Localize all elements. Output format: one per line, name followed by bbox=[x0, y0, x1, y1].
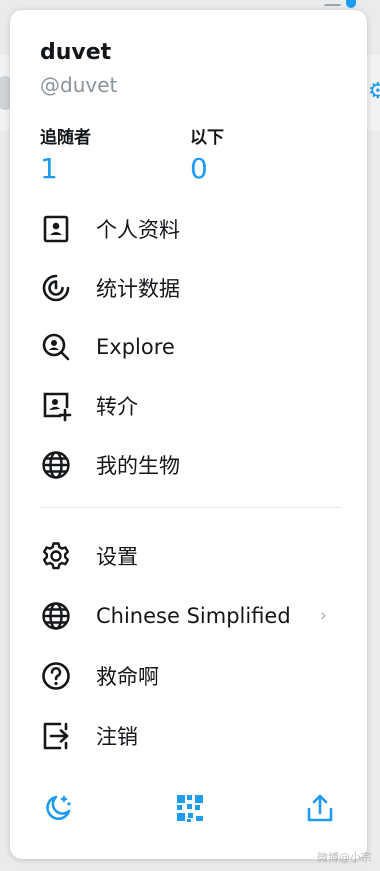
top-indicator-line bbox=[323, 0, 345, 6]
following-count: 0 bbox=[190, 152, 208, 185]
menu-item-language[interactable]: Chinese Simplified › bbox=[38, 591, 343, 641]
menu-label-stats: 统计数据 bbox=[96, 277, 180, 301]
menu-item-stats[interactable]: 统计数据 bbox=[38, 263, 343, 313]
menu-label-my-bio: 我的生物 bbox=[96, 454, 180, 478]
profile-handle: @duvet bbox=[40, 73, 118, 97]
menu-label-explore: Explore bbox=[96, 335, 175, 359]
background-gear-icon: ⚙ bbox=[368, 79, 380, 104]
gear-icon bbox=[38, 538, 74, 574]
menu-item-settings[interactable]: 设置 bbox=[38, 531, 343, 581]
menu-divider bbox=[40, 507, 341, 508]
menu-label-logout: 注销 bbox=[96, 725, 138, 749]
chevron-right-icon: › bbox=[319, 605, 327, 626]
stats-icon bbox=[38, 270, 74, 306]
notification-dot bbox=[346, 0, 356, 8]
profile-icon bbox=[38, 211, 74, 247]
followers-stat[interactable]: 追随者 1 bbox=[40, 123, 91, 185]
help-icon bbox=[38, 658, 74, 694]
dark-mode-toggle[interactable] bbox=[38, 790, 78, 830]
followers-label: 追随者 bbox=[40, 128, 91, 148]
menu-item-explore[interactable]: Explore bbox=[38, 322, 343, 372]
following-stat[interactable]: 以下 0 bbox=[190, 123, 224, 185]
menu-item-referral[interactable]: 转介 bbox=[38, 381, 343, 431]
logout-icon bbox=[38, 718, 74, 754]
profile-name[interactable]: duvet bbox=[40, 40, 111, 65]
menu-label-settings: 设置 bbox=[96, 545, 138, 569]
menu-label-profile: 个人资料 bbox=[96, 218, 180, 242]
account-menu-panel: duvet @duvet 追随者 1 以下 0 个人资料 统计数据 Explor… bbox=[10, 10, 367, 859]
menu-label-language: Chinese Simplified bbox=[96, 604, 291, 628]
share-button[interactable] bbox=[300, 790, 340, 830]
menu-item-profile[interactable]: 个人资料 bbox=[38, 204, 343, 254]
qr-code-icon bbox=[174, 792, 206, 828]
followers-count: 1 bbox=[40, 152, 58, 185]
referral-icon bbox=[38, 388, 74, 424]
globe-icon bbox=[38, 598, 74, 634]
dark-mode-icon bbox=[42, 792, 74, 828]
explore-icon bbox=[38, 329, 74, 365]
menu-label-referral: 转介 bbox=[96, 395, 138, 419]
bottom-toolbar bbox=[10, 790, 367, 834]
globe-icon bbox=[38, 447, 74, 483]
share-icon bbox=[304, 792, 336, 828]
watermark: 微博@小宗 bbox=[317, 851, 372, 864]
menu-item-my-bio[interactable]: 我的生物 bbox=[38, 440, 343, 490]
menu-item-logout[interactable]: 注销 bbox=[38, 711, 343, 761]
qr-code-button[interactable] bbox=[170, 790, 210, 830]
menu-label-help: 救命啊 bbox=[96, 665, 159, 689]
menu-item-help[interactable]: 救命啊 bbox=[38, 651, 343, 701]
following-label: 以下 bbox=[190, 128, 224, 148]
